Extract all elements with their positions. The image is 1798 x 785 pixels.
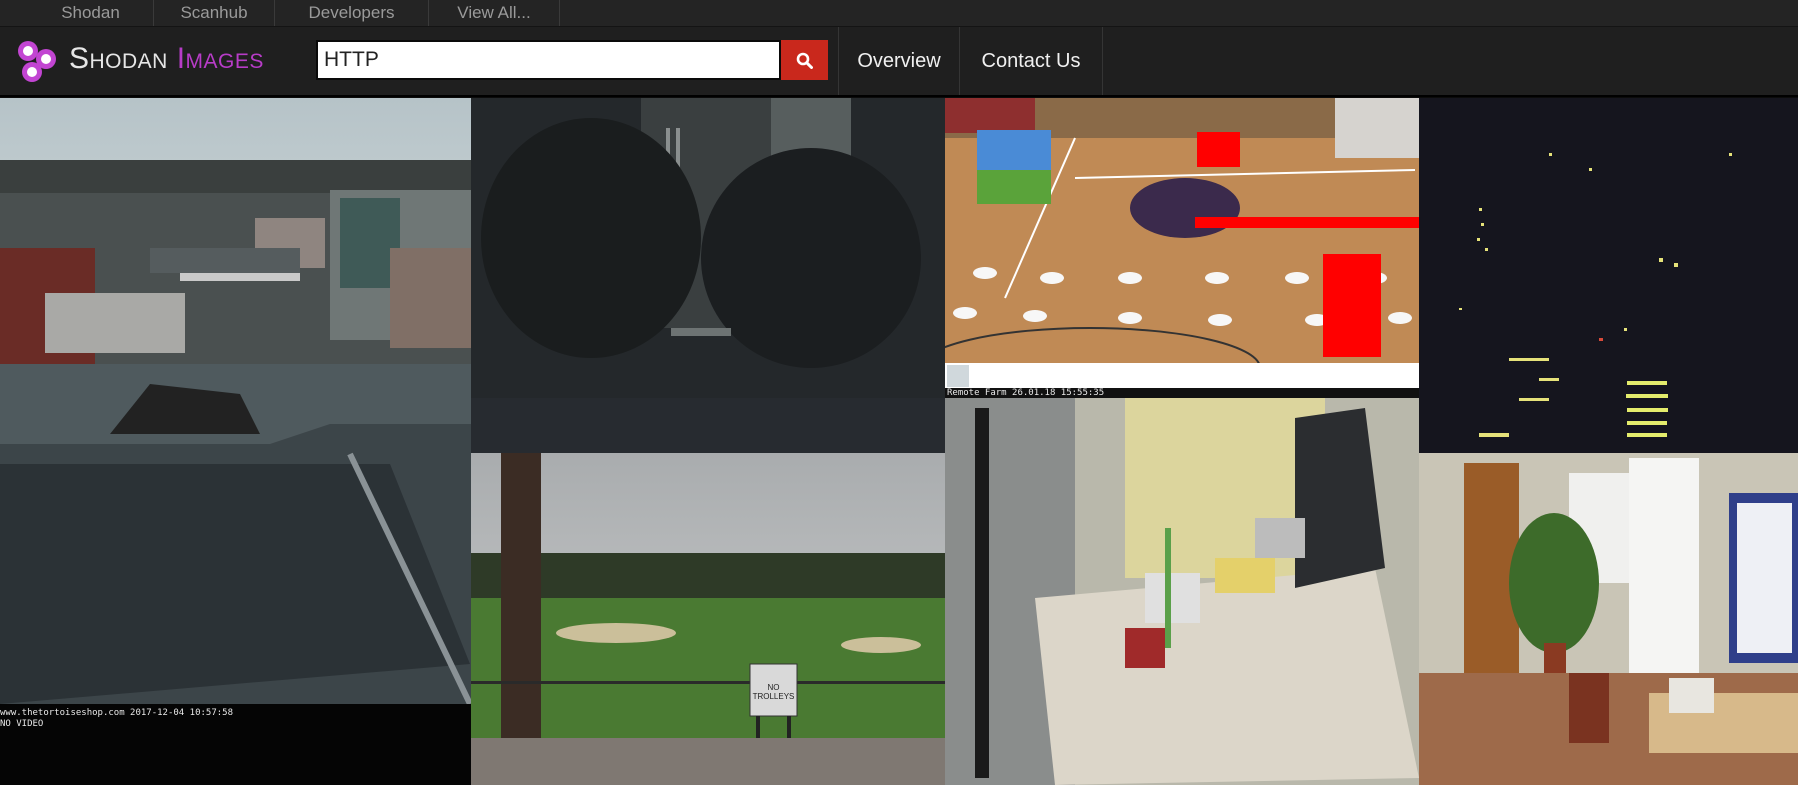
camera-image-lab-bench[interactable]	[945, 398, 1419, 785]
no-video-label: NO VIDEO	[0, 719, 44, 729]
main-header: Shodan Images Overview Contact Us	[0, 27, 1798, 97]
camera-image-basketball-court[interactable]: Remote Farm 26.01.18 15:55:35	[945, 98, 1419, 398]
divider	[559, 0, 560, 26]
divider	[1102, 27, 1103, 95]
camera-image-dark-overhang[interactable]: www.thetortoiseshop.com 2017-12-04 10:57…	[0, 364, 471, 785]
topbar-link-view-all[interactable]: View All...	[429, 0, 559, 26]
topbar-link-scanhub[interactable]: Scanhub	[154, 0, 274, 26]
logo-text-main: Shodan	[69, 42, 177, 75]
logo-text-accent: Images	[176, 42, 264, 75]
topbar-link-developers[interactable]: Developers	[275, 0, 428, 26]
search-input[interactable]	[316, 40, 781, 80]
logo-wordmark: Shodan Images	[69, 42, 264, 76]
camera-image-night-city[interactable]	[1419, 98, 1798, 453]
no-trolleys-sign: NO TROLLEYS	[752, 683, 795, 701]
camera-timestamp: www.thetortoiseshop.com 2017-12-04 10:57…	[0, 708, 233, 718]
search-button[interactable]	[781, 40, 828, 80]
camera-image-golf-course[interactable]: NO TROLLEYS	[471, 453, 945, 785]
camera-image-dark-interior[interactable]	[471, 98, 945, 453]
search-icon	[796, 52, 813, 69]
camera-timestamp: Remote Farm 26.01.18 15:55:35	[947, 388, 1105, 398]
camera-image-city-skyline[interactable]	[0, 98, 471, 364]
topbar-link-shodan[interactable]: Shodan	[28, 0, 153, 26]
top-navigation-bar: Shodan Scanhub Developers View All...	[0, 0, 1798, 27]
shodan-logo-icon	[18, 41, 56, 82]
nav-overview[interactable]: Overview	[839, 27, 959, 95]
nav-contact-us[interactable]: Contact Us	[960, 27, 1102, 95]
camera-image-office-hallway[interactable]	[1419, 453, 1798, 785]
